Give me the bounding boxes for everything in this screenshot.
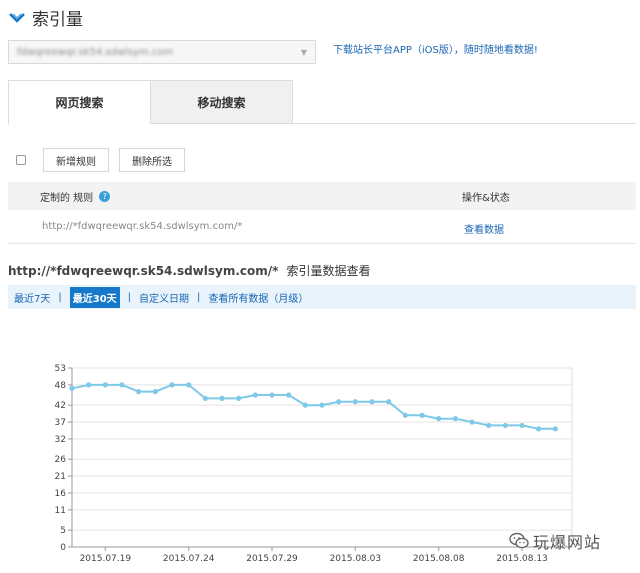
x-tick-label: 2015.07.19 bbox=[80, 554, 132, 564]
data-point bbox=[386, 399, 392, 405]
y-tick-label: 11 bbox=[55, 506, 66, 516]
delete-selected-button[interactable]: 删除所选 bbox=[119, 148, 185, 172]
range-separator: | bbox=[127, 291, 132, 303]
data-point bbox=[169, 382, 175, 388]
data-point bbox=[136, 389, 142, 395]
data-point bbox=[252, 392, 258, 398]
x-tick-label: 2015.08.13 bbox=[496, 554, 548, 564]
data-point bbox=[69, 385, 75, 391]
data-point bbox=[236, 395, 242, 401]
page: 索引量 fdwqreewqr.sk54.sdwlsym.com ▼ 下载站长平台… bbox=[0, 0, 640, 573]
y-tick-label: 0 bbox=[60, 543, 66, 553]
range-all-monthly[interactable]: 查看所有数据（月级） bbox=[208, 290, 308, 305]
y-tick-label: 42 bbox=[55, 401, 66, 411]
plot-frame bbox=[71, 367, 573, 548]
range-separator: | bbox=[58, 291, 62, 303]
x-tick-label: 2015.08.08 bbox=[413, 554, 465, 564]
data-point bbox=[552, 426, 558, 432]
tab-mobile-search[interactable]: 移动搜索 bbox=[151, 80, 293, 124]
data-point bbox=[402, 412, 408, 418]
data-point bbox=[186, 382, 192, 388]
page-header: 索引量 bbox=[8, 6, 83, 30]
y-tick-label: 32 bbox=[55, 435, 66, 445]
data-point bbox=[286, 392, 292, 398]
y-tick-label: 53 bbox=[55, 364, 66, 374]
chart-section-label: 索引量数据查看 bbox=[286, 264, 371, 278]
data-point bbox=[519, 422, 525, 429]
search-type-tabs: 网页搜索 移动搜索 bbox=[8, 80, 636, 125]
range-separator: | bbox=[197, 291, 201, 303]
data-point bbox=[302, 402, 308, 408]
site-select-value: fdwqreewqr.sk54.sdwlsym.com bbox=[17, 46, 174, 58]
dropdown-arrow-icon: ▼ bbox=[300, 47, 307, 57]
data-point bbox=[469, 419, 475, 425]
range-custom-date[interactable]: 自定义日期 bbox=[139, 290, 189, 305]
data-point bbox=[452, 416, 458, 422]
y-tick-label: 48 bbox=[55, 381, 67, 391]
help-icon[interactable]: ? bbox=[99, 190, 111, 202]
y-tick-label: 37 bbox=[55, 418, 66, 428]
new-rule-button[interactable]: 新增规则 bbox=[43, 148, 109, 172]
data-point bbox=[102, 382, 108, 388]
wechat-icon bbox=[509, 532, 529, 549]
table-row: http://*fdwqreewqr.sk54.sdwlsym.com/* 查看… bbox=[8, 210, 636, 244]
rule-url: http://*fdwqreewqr.sk54.sdwlsym.com/* bbox=[42, 221, 243, 232]
range-30-days[interactable]: 最近30天 bbox=[69, 286, 120, 308]
data-point bbox=[419, 412, 425, 418]
y-tick-label: 5 bbox=[60, 526, 66, 536]
data-point bbox=[369, 399, 375, 405]
watermark: 玩爆网站 bbox=[509, 529, 601, 553]
data-point bbox=[319, 402, 325, 408]
rules-table: 定制的 规则 ? 操作&状态 http://*fdwqreewqr.sk54.s… bbox=[8, 182, 636, 244]
y-tick-label: 26 bbox=[55, 455, 67, 465]
y-tick-label: 21 bbox=[55, 472, 66, 482]
rules-table-header: 定制的 规则 ? 操作&状态 bbox=[8, 182, 636, 210]
range-7-days[interactable]: 最近7天 bbox=[14, 290, 50, 305]
view-data-link[interactable]: 查看数据 bbox=[464, 221, 504, 236]
chevron-down-icon bbox=[9, 13, 25, 23]
data-point bbox=[219, 395, 225, 401]
rule-column-label: 定制的 规则 bbox=[40, 192, 94, 204]
date-range-bar: 最近7天 | 最近30天 | 自定义日期 | 查看所有数据（月级） bbox=[8, 285, 636, 309]
data-point bbox=[119, 382, 125, 388]
x-tick-label: 2015.08.03 bbox=[330, 554, 382, 564]
x-tick-label: 2015.07.29 bbox=[246, 554, 298, 564]
watermark-text: 玩爆网站 bbox=[533, 533, 602, 552]
data-point bbox=[536, 426, 542, 432]
data-point bbox=[502, 422, 508, 429]
x-tick-label: 2015.07.24 bbox=[163, 554, 215, 564]
data-point bbox=[269, 392, 275, 398]
tab-web-search[interactable]: 网页搜索 bbox=[8, 80, 151, 125]
rule-column-header: 定制的 规则 ? bbox=[40, 189, 111, 204]
page-title: 索引量 bbox=[32, 9, 83, 30]
data-point bbox=[336, 399, 342, 405]
data-point bbox=[202, 395, 208, 401]
y-tick-label: 16 bbox=[55, 489, 67, 499]
data-point bbox=[152, 389, 158, 395]
select-all-checkbox[interactable] bbox=[16, 155, 26, 165]
status-column-header: 操作&状态 bbox=[462, 192, 510, 204]
data-point bbox=[436, 416, 442, 422]
download-app-link[interactable]: 下载站长平台APP（iOS版），随时随地看数据! bbox=[333, 41, 538, 56]
rule-actions: 新增规则 删除所选 bbox=[8, 148, 195, 172]
data-point bbox=[486, 422, 492, 429]
data-point bbox=[86, 382, 92, 388]
site-select[interactable]: fdwqreewqr.sk54.sdwlsym.com ▼ bbox=[8, 40, 316, 64]
data-point bbox=[352, 399, 358, 405]
chart-section-title: http://*fdwqreewqr.sk54.sdwlsym.com/* 索引… bbox=[8, 262, 370, 279]
chart-section-site: http://*fdwqreewqr.sk54.sdwlsym.com/* bbox=[8, 264, 279, 278]
